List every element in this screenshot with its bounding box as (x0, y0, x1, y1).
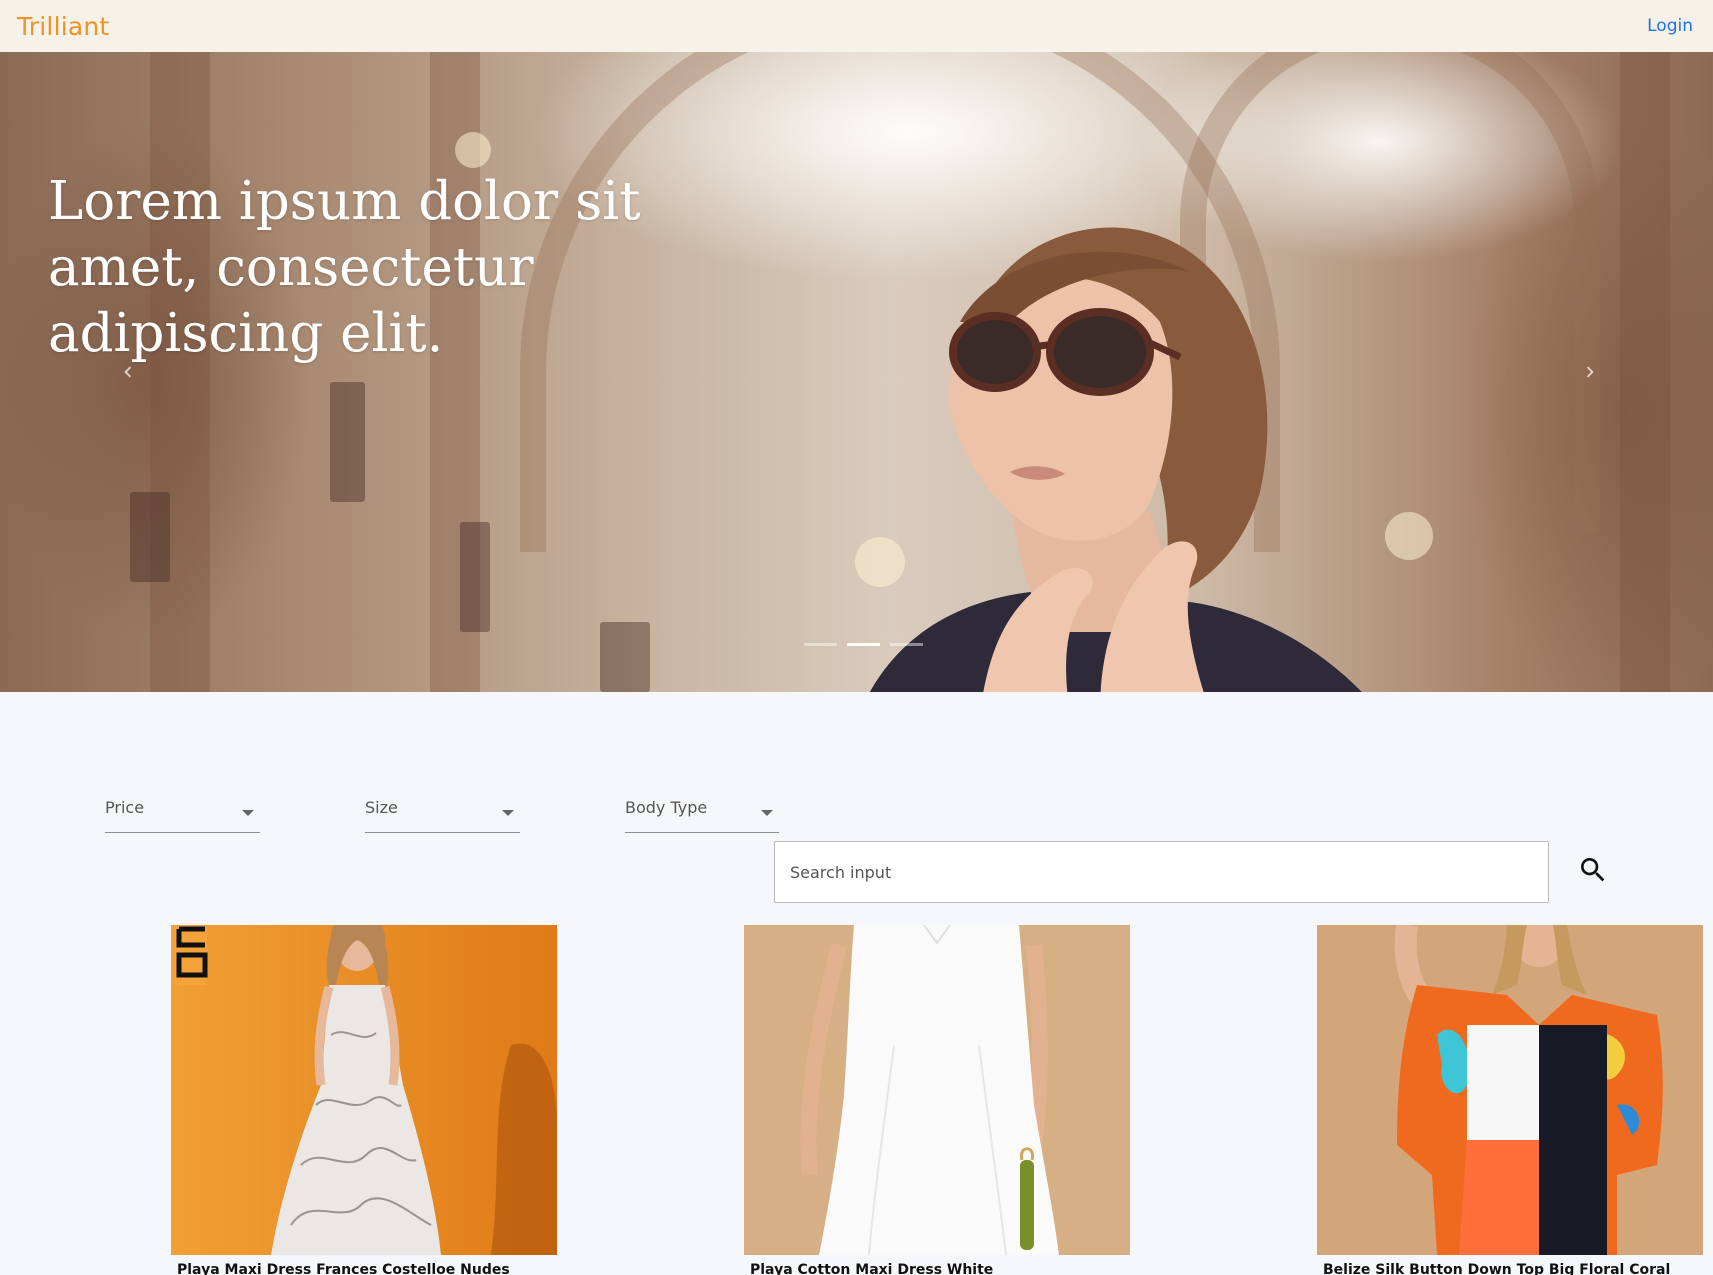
search-button[interactable] (1575, 852, 1611, 888)
product-card[interactable]: Playa Maxi Dress Frances Costelloe Nudes (171, 925, 557, 1275)
carousel-indicator[interactable] (890, 643, 923, 646)
product-image[interactable] (1317, 925, 1703, 1255)
navbar: Trilliant Login (0, 0, 1713, 52)
product-card[interactable]: Playa Cotton Maxi Dress White (744, 925, 1130, 1275)
background-pillar (150, 52, 210, 692)
dropdown-arrow-icon (502, 810, 514, 816)
login-link[interactable]: Login (1647, 16, 1693, 36)
hero-carousel: Lorem ipsum dolor sit amet, consectetur … (0, 52, 1713, 692)
search-icon (1581, 858, 1605, 882)
dropdown-arrow-icon (761, 810, 773, 816)
body-type-filter-select[interactable]: Body Type (625, 800, 779, 833)
carousel-indicator-active[interactable] (847, 643, 880, 646)
chevron-right-icon (1586, 366, 1594, 378)
chevron-left-icon (124, 366, 132, 378)
hero-model-image (869, 227, 1362, 692)
background-window (600, 622, 650, 692)
body-type-filter-label: Body Type (625, 798, 708, 817)
background-window (130, 492, 170, 582)
background-light (455, 132, 491, 168)
carousel-indicator[interactable] (804, 643, 837, 646)
product-card[interactable]: Belize Silk Button Down Top Big Floral C… (1317, 925, 1703, 1275)
product-name[interactable]: Playa Maxi Dress Frances Costelloe Nudes (177, 1262, 557, 1275)
size-filter-label: Size (365, 798, 398, 817)
carousel-indicators (804, 643, 923, 646)
product-image[interactable] (744, 925, 1130, 1255)
product-name[interactable]: Playa Cotton Maxi Dress White (750, 1262, 1130, 1275)
carousel-prev-button[interactable] (108, 352, 148, 392)
product-name[interactable]: Belize Silk Button Down Top Big Floral C… (1323, 1262, 1703, 1275)
background-pillar (1620, 52, 1670, 692)
hero-headline: Lorem ipsum dolor sit amet, consectetur … (48, 171, 641, 364)
brand-logo[interactable]: Trilliant (17, 12, 109, 41)
search-input[interactable] (774, 841, 1549, 903)
background-window (330, 382, 365, 502)
size-filter-select[interactable]: Size (365, 800, 520, 833)
price-filter-label: Price (105, 798, 145, 817)
background-window (460, 522, 490, 632)
background-light (1385, 512, 1433, 560)
carousel-next-button[interactable] (1570, 352, 1610, 392)
price-filter-select[interactable]: Price (105, 800, 260, 833)
product-image[interactable] (171, 925, 557, 1255)
dropdown-arrow-icon (242, 810, 254, 816)
